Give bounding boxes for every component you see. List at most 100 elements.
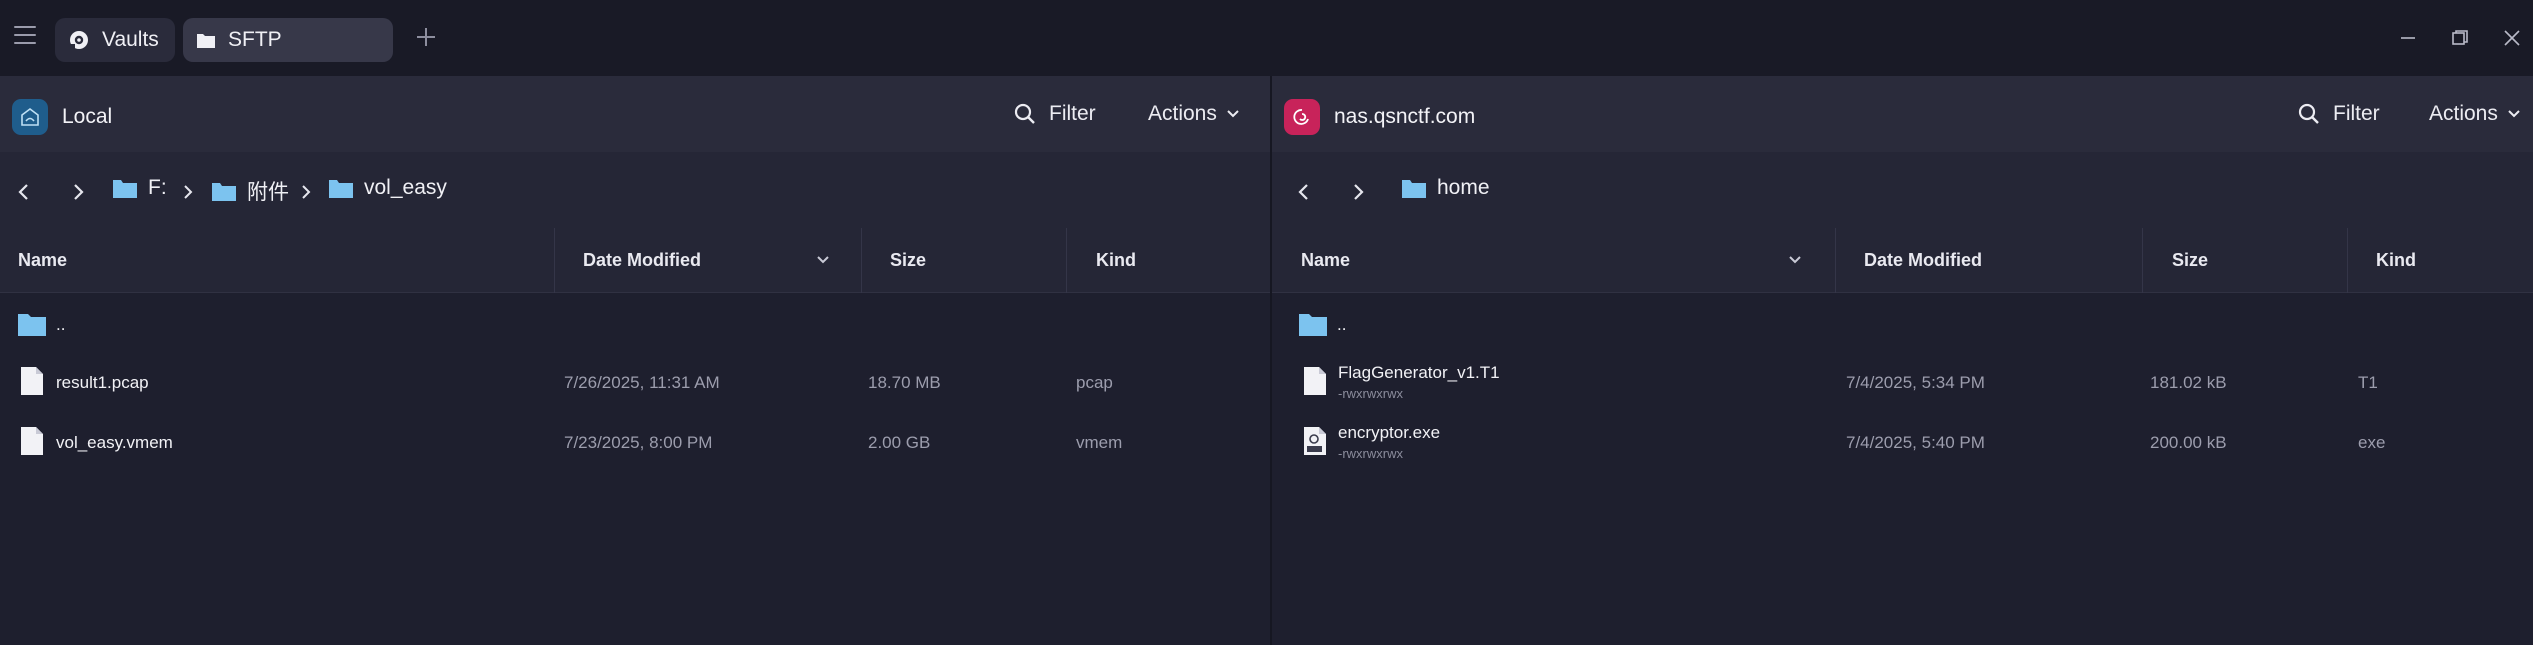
breadcrumb-item-vol-easy[interactable]: vol_easy [328, 176, 447, 200]
column-name[interactable]: Name [18, 250, 67, 271]
pane-header: nas.qsnctf.com Filter Actions [1272, 76, 2533, 152]
file-size: 200.00 kB [2150, 433, 2227, 452]
file-name: FlagGenerator_v1.T1 [1338, 363, 1500, 382]
chevron-right-icon [296, 180, 316, 204]
actions-button[interactable]: Actions [1148, 102, 1241, 126]
file-name: result1.pcap [56, 373, 149, 392]
actions-button[interactable]: Actions [2429, 102, 2522, 126]
file-name: encryptor.exe [1338, 423, 1441, 442]
breadcrumb-item-attachments[interactable]: 附件 [211, 176, 289, 206]
column-divider[interactable] [2347, 228, 2348, 293]
breadcrumb-item-drive[interactable]: F: [112, 176, 167, 200]
filter-button[interactable]: Filter [1013, 102, 1096, 126]
folder-icon [329, 180, 353, 198]
table-row[interactable]: result1.pcap 7/26/2025, 11:31 AM 18.70 M… [0, 355, 1270, 413]
column-divider[interactable] [2142, 228, 2143, 293]
pane-header: Local Filter Actions [0, 76, 1270, 152]
parent-folder-row[interactable]: .. [1272, 295, 2533, 353]
remote-pane: nas.qsnctf.com Filter Actions home Name … [1272, 76, 2533, 645]
folder-icon [1402, 180, 1426, 198]
local-host-icon [12, 99, 48, 135]
title-bar: Vaults SFTP [0, 0, 2533, 76]
forward-arrow-icon[interactable] [66, 180, 90, 204]
file-size: 18.70 MB [868, 373, 941, 392]
filter-label: Filter [1049, 102, 1096, 125]
table-row[interactable]: vol_easy.vmem 7/23/2025, 8:00 PM 2.00 GB… [0, 415, 1270, 473]
filter-button[interactable]: Filter [2297, 102, 2380, 126]
file-icon [1304, 367, 1326, 395]
parent-folder-row[interactable]: .. [0, 295, 1270, 353]
date-modified: 7/4/2025, 5:40 PM [1846, 433, 1985, 452]
breadcrumb-label: vol_easy [364, 176, 447, 199]
folder-icon [18, 314, 46, 336]
file-name: vol_easy.vmem [56, 433, 173, 452]
file-permissions: -rwxrwxrwx [1338, 386, 1403, 401]
restore-icon[interactable] [2446, 24, 2474, 52]
filter-label: Filter [2333, 102, 2380, 125]
file-kind: pcap [1076, 373, 1113, 392]
folder-icon [196, 31, 216, 49]
tab-label: SFTP [228, 28, 282, 51]
folder-icon [113, 180, 137, 198]
search-icon [2298, 103, 2319, 124]
file-name: .. [1337, 315, 1347, 334]
date-modified: 7/23/2025, 8:00 PM [564, 433, 713, 452]
column-divider[interactable] [861, 228, 862, 293]
minimize-icon[interactable] [2394, 24, 2422, 52]
breadcrumb-item-home[interactable]: home [1401, 176, 1490, 200]
tab-vaults[interactable]: Vaults [55, 18, 175, 62]
back-arrow-icon[interactable] [1292, 180, 1316, 204]
search-icon [1014, 103, 1035, 124]
column-kind[interactable]: Kind [2376, 250, 2416, 271]
file-name: .. [56, 315, 66, 334]
folder-icon [212, 183, 236, 201]
breadcrumb-label: F: [148, 176, 167, 199]
file-permissions: -rwxrwxrwx [1338, 446, 1403, 461]
local-pane: Local Filter Actions F: 附件 vol_easy Name… [0, 76, 1270, 645]
sort-chevron-down-icon[interactable] [813, 250, 833, 270]
column-size[interactable]: Size [2172, 250, 2208, 271]
column-divider[interactable] [1066, 228, 1067, 293]
vault-icon [68, 29, 90, 51]
file-icon [21, 427, 43, 455]
file-size: 181.02 kB [2150, 373, 2227, 392]
add-tab-plus-icon[interactable] [411, 22, 441, 52]
back-arrow-icon[interactable] [12, 180, 36, 204]
date-modified: 7/4/2025, 5:34 PM [1846, 373, 1985, 392]
column-date-modified[interactable]: Date Modified [583, 250, 701, 271]
table-row[interactable]: encryptor.exe -rwxrwxrwx 7/4/2025, 5:40 … [1272, 415, 2533, 473]
column-divider[interactable] [1835, 228, 1836, 293]
breadcrumb-label: home [1437, 176, 1490, 199]
actions-label: Actions [1148, 102, 1217, 125]
file-kind: exe [2358, 433, 2386, 452]
column-kind[interactable]: Kind [1096, 250, 1136, 271]
chevron-down-icon [2508, 110, 2520, 118]
hamburger-menu-icon[interactable] [14, 26, 36, 46]
debian-host-icon [1284, 99, 1320, 135]
tab-label: Vaults [102, 28, 159, 51]
column-date-modified[interactable]: Date Modified [1864, 250, 1982, 271]
date-modified: 7/26/2025, 11:31 AM [564, 373, 720, 392]
breadcrumb-label: 附件 [247, 181, 289, 204]
close-icon[interactable] [2498, 24, 2526, 52]
file-icon [21, 367, 43, 395]
column-header: Name Date Modified Size Kind [1272, 228, 2533, 293]
host-name: Local [62, 105, 113, 128]
exe-file-icon [1304, 427, 1326, 455]
chevron-right-icon [178, 180, 198, 204]
sort-chevron-down-icon[interactable] [1785, 250, 1805, 270]
file-kind: vmem [1076, 433, 1123, 452]
column-size[interactable]: Size [890, 250, 926, 271]
actions-label: Actions [2429, 102, 2498, 125]
file-size: 2.00 GB [868, 433, 931, 452]
folder-icon [1299, 314, 1327, 336]
table-row[interactable]: FlagGenerator_v1.T1 -rwxrwxrwx 7/4/2025,… [1272, 355, 2533, 413]
tab-sftp[interactable]: SFTP [183, 18, 393, 62]
column-name[interactable]: Name [1301, 250, 1350, 271]
host-name: nas.qsnctf.com [1334, 105, 1476, 128]
column-divider[interactable] [554, 228, 555, 293]
column-header: Name Date Modified Size Kind [0, 228, 1270, 293]
chevron-down-icon [1227, 110, 1239, 118]
file-kind: T1 [2358, 373, 2378, 392]
forward-arrow-icon[interactable] [1346, 180, 1370, 204]
